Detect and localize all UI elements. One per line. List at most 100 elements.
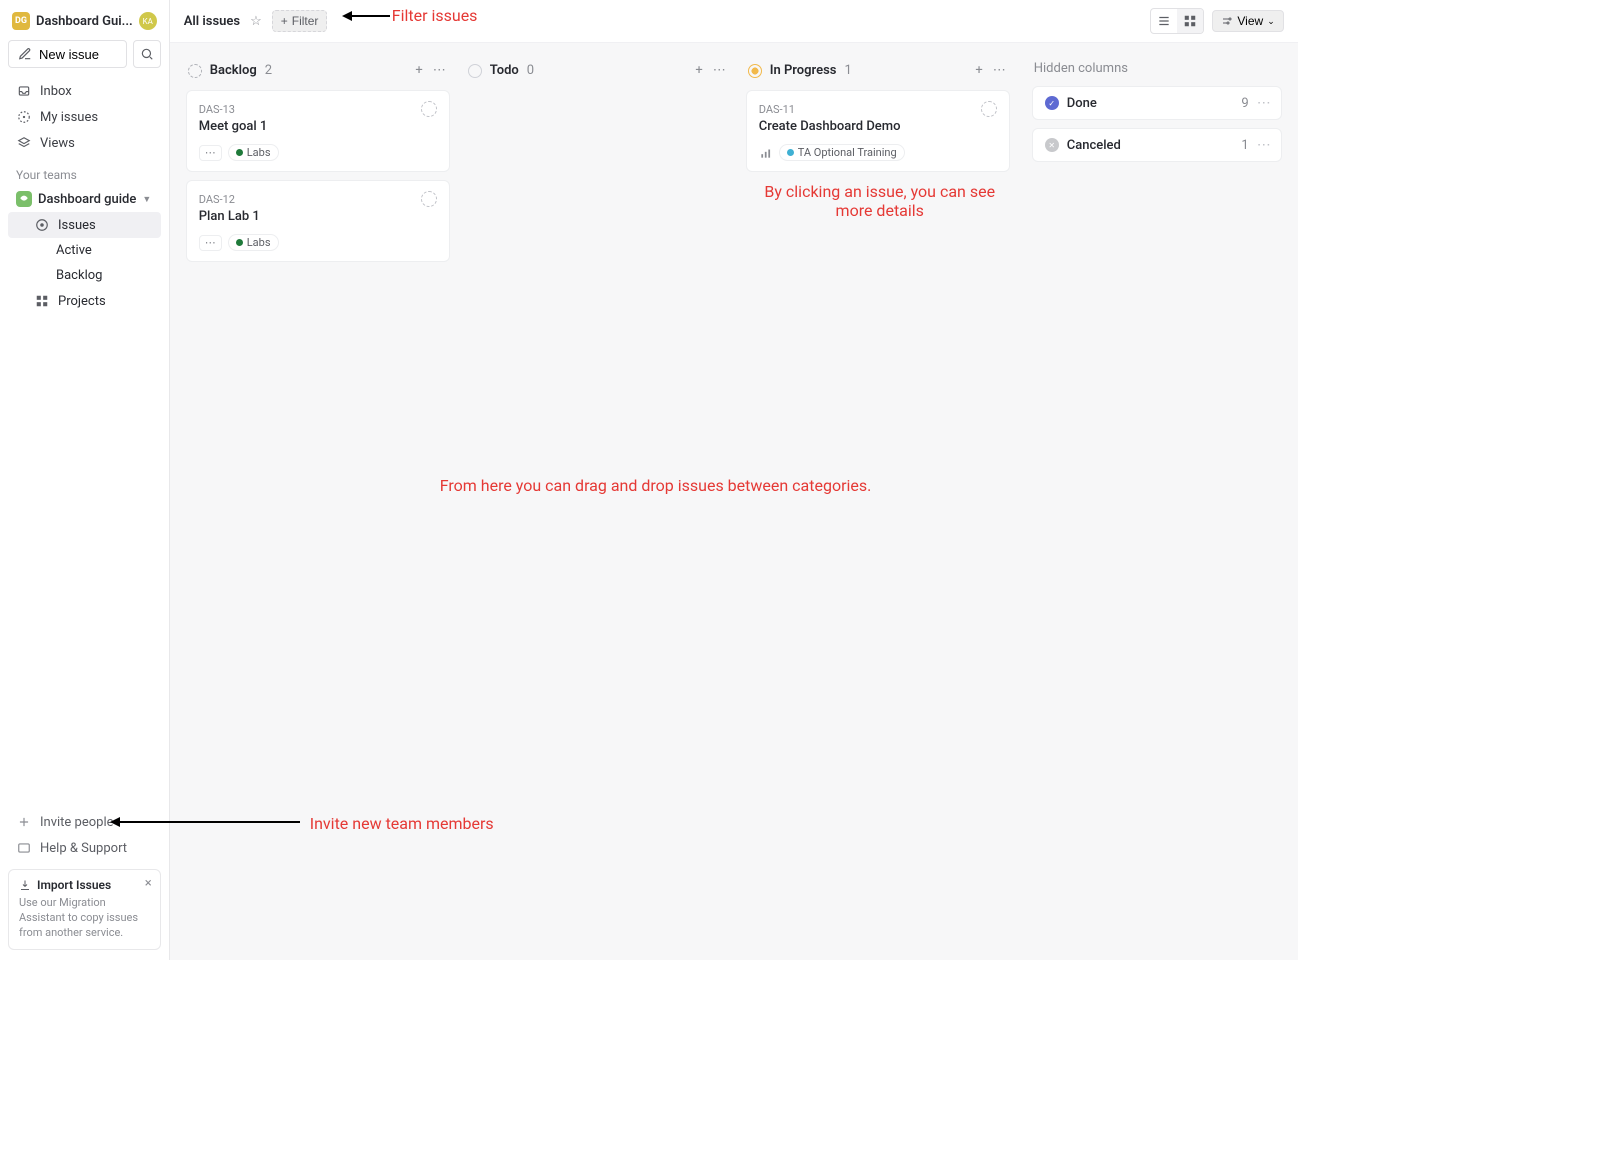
issues-icon [34, 217, 50, 233]
favorite-star-icon[interactable]: ☆ [250, 14, 262, 29]
issue-id: DAS-13 [199, 103, 235, 116]
issue-id: DAS-11 [759, 103, 795, 116]
view-options-button[interactable]: View ⌄ [1212, 10, 1283, 32]
issue-title: Plan Lab 1 [199, 209, 437, 224]
help-icon [16, 840, 32, 856]
layout-toggle [1150, 8, 1204, 34]
search-button[interactable] [133, 40, 161, 68]
card-more-button[interactable]: ⋯ [199, 145, 222, 161]
column-title: Backlog [210, 63, 257, 78]
close-icon[interactable]: × [145, 876, 152, 891]
nav-inbox-label: Inbox [40, 84, 72, 99]
projects-icon [34, 293, 50, 309]
issue-id: DAS-12 [199, 193, 235, 206]
hidden-count: 1 [1241, 138, 1248, 153]
todo-status-icon [468, 64, 482, 78]
teams-section-label: Your teams [8, 156, 161, 186]
nav-inbox[interactable]: Inbox [8, 78, 161, 104]
chevron-down-icon: ▼ [142, 194, 151, 205]
issue-title: Meet goal 1 [199, 119, 437, 134]
layers-icon [16, 135, 32, 151]
priority-icon[interactable] [759, 146, 773, 160]
column-title: In Progress [770, 63, 837, 78]
column-backlog: Backlog 2 + ⋯ DAS-13 Meet goal 1 ⋯ [186, 57, 450, 270]
issue-label[interactable]: Labs [228, 234, 279, 251]
column-menu-button[interactable]: ⋯ [711, 61, 728, 80]
list-layout-button[interactable] [1151, 9, 1177, 33]
team-row[interactable]: Dashboard guide ▼ [8, 186, 161, 212]
new-issue-label: New issue [39, 47, 99, 62]
hidden-title: Done [1067, 96, 1234, 111]
target-icon [16, 109, 32, 125]
hidden-more-button[interactable]: ⋯ [1257, 137, 1269, 153]
filter-label: Filter [292, 14, 319, 28]
nav-my-issues[interactable]: My issues [8, 104, 161, 130]
invite-people-label: Invite people [40, 815, 114, 830]
label-dot [236, 149, 243, 156]
canceled-status-icon [1045, 138, 1059, 152]
sidebar: DG Dashboard Gui... KA New issue Inbox [0, 0, 170, 960]
board-layout-button[interactable] [1177, 9, 1203, 33]
done-status-icon [1045, 96, 1059, 110]
help-support-label: Help & Support [40, 841, 127, 856]
import-card[interactable]: × Import Issues Use our Migration Assist… [8, 869, 161, 950]
issue-card[interactable]: DAS-12 Plan Lab 1 ⋯ Labs [186, 180, 450, 262]
assignee-empty-icon[interactable] [421, 101, 437, 117]
breadcrumb[interactable]: All issues [184, 14, 240, 29]
download-icon [19, 879, 31, 891]
invite-people-button[interactable]: Invite people [8, 809, 161, 835]
column-menu-button[interactable]: ⋯ [431, 61, 448, 80]
hidden-more-button[interactable]: ⋯ [1257, 95, 1269, 111]
import-title: Import Issues [37, 878, 111, 892]
issue-label[interactable]: TA Optional Training [779, 144, 905, 161]
kanban-board: Backlog 2 + ⋯ DAS-13 Meet goal 1 ⋯ [170, 43, 1298, 960]
new-issue-button[interactable]: New issue [8, 40, 127, 68]
nav-views-label: Views [40, 136, 75, 151]
column-todo: Todo 0 + ⋯ [466, 57, 730, 90]
view-options-label: View [1237, 14, 1263, 28]
filter-button[interactable]: + Filter [272, 10, 328, 32]
column-count: 1 [844, 63, 851, 78]
issue-label[interactable]: Labs [228, 144, 279, 161]
issue-title: Create Dashboard Demo [759, 119, 997, 134]
topbar: All issues ☆ + Filter View ⌄ [170, 0, 1298, 43]
add-issue-button[interactable]: + [973, 61, 984, 80]
issue-card[interactable]: DAS-13 Meet goal 1 ⋯ Labs [186, 90, 450, 172]
hidden-row-done[interactable]: Done 9 ⋯ [1032, 86, 1282, 120]
help-support-button[interactable]: Help & Support [8, 835, 161, 861]
issue-card[interactable]: DAS-11 Create Dashboard Demo TA Optional… [746, 90, 1010, 172]
team-badge-icon [16, 191, 32, 207]
nav-my-issues-label: My issues [40, 110, 98, 125]
hidden-columns-label: Hidden columns [1032, 57, 1282, 86]
assignee-empty-icon[interactable] [421, 191, 437, 207]
plus-icon: + [281, 14, 288, 28]
team-nav-issues-label: Issues [58, 218, 96, 233]
nav-views[interactable]: Views [8, 130, 161, 156]
team-nav-active[interactable]: Active [8, 238, 161, 263]
label-dot [787, 149, 794, 156]
team-name: Dashboard guide [38, 192, 136, 207]
avatar[interactable]: KA [139, 12, 157, 30]
hidden-title: Canceled [1067, 138, 1234, 153]
team-nav-issues[interactable]: Issues [8, 212, 161, 238]
column-count: 2 [265, 63, 272, 78]
team-nav-projects-label: Projects [58, 294, 106, 309]
plus-icon [16, 814, 32, 830]
team-nav-backlog[interactable]: Backlog [8, 263, 161, 288]
column-count: 0 [527, 63, 534, 78]
edit-icon [17, 46, 33, 62]
hidden-columns: Hidden columns Done 9 ⋯ Canceled 1 ⋯ [1032, 57, 1282, 170]
team-nav-projects[interactable]: Projects [8, 288, 161, 314]
backlog-status-icon [188, 64, 202, 78]
hidden-row-canceled[interactable]: Canceled 1 ⋯ [1032, 128, 1282, 162]
column-inprogress: In Progress 1 + ⋯ DAS-11 Create Dashboar… [746, 57, 1010, 180]
main: All issues ☆ + Filter View ⌄ [170, 0, 1298, 960]
column-menu-button[interactable]: ⋯ [991, 61, 1008, 80]
workspace-switcher[interactable]: DG Dashboard Gui... KA [8, 10, 161, 32]
assignee-empty-icon[interactable] [981, 101, 997, 117]
add-issue-button[interactable]: + [693, 61, 704, 80]
inbox-icon [16, 83, 32, 99]
column-title: Todo [490, 63, 519, 78]
card-more-button[interactable]: ⋯ [199, 235, 222, 251]
add-issue-button[interactable]: + [413, 61, 424, 80]
